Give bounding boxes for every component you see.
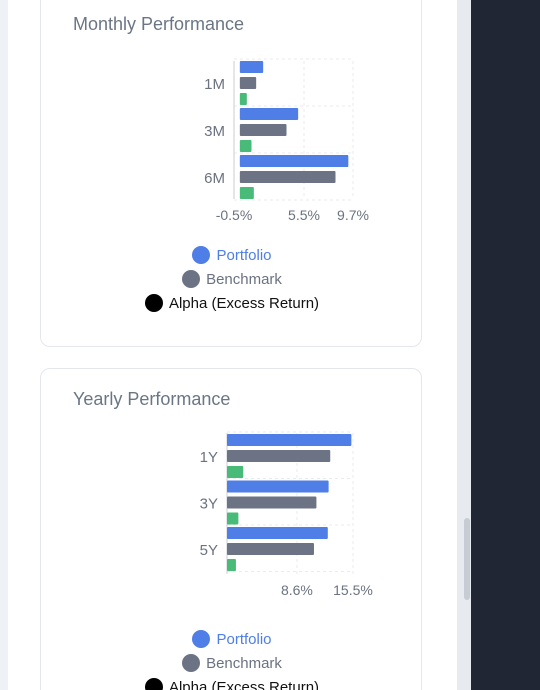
benchmark-bar <box>239 124 287 136</box>
category-tick-label: 3Y <box>200 496 218 513</box>
x-tick-label: -0.5% <box>216 207 253 223</box>
portfolio-bar <box>227 480 329 493</box>
alpha-bar <box>227 512 239 525</box>
legend-portfolio-label: Portfolio <box>216 630 272 648</box>
legend-item-portfolio[interactable]: Portfolio <box>192 243 272 267</box>
legend-portfolio-label: Portfolio <box>216 246 272 264</box>
category-tick-label: 1M <box>204 76 225 93</box>
monthly-performance-card: Monthly Performance 1M 3M 6M -0.5% 5.5% 9.7% … <box>40 0 422 347</box>
legend-alpha-dot <box>144 294 163 312</box>
benchmark-bar <box>227 543 314 555</box>
x-tick-label: 8.6% <box>281 582 313 598</box>
legend-item-alpha[interactable]: Alpha (Excess Return) <box>144 675 320 690</box>
portfolio-bar <box>227 527 328 539</box>
portfolio-bar <box>239 61 264 73</box>
legend-item-alpha[interactable]: Alpha (Excess Return) <box>144 291 320 315</box>
scrollbar-thumb[interactable] <box>464 518 470 600</box>
legend-benchmark-label: Benchmark <box>206 654 282 672</box>
portfolio-bar <box>239 155 349 167</box>
category-tick-label: 6M <box>204 170 225 187</box>
side-panel <box>471 0 540 690</box>
alpha-bar <box>239 93 247 105</box>
yearly-performance-card: Yearly Performance 1Y 3Y 5Y 8.6% 15.5% Portf… <box>40 368 422 690</box>
category-tick-label: 5Y <box>200 542 218 559</box>
legend-portfolio-dot <box>192 246 211 264</box>
legend-item-benchmark[interactable]: Benchmark <box>182 651 282 675</box>
portfolio-bar <box>239 108 299 120</box>
legend-portfolio-dot <box>192 630 211 648</box>
category-tick-label: 1Y <box>200 449 218 466</box>
legend-benchmark-dot <box>182 654 201 672</box>
legend-benchmark-dot <box>182 270 201 288</box>
legend-alpha-label: Alpha (Excess Return) <box>168 294 320 312</box>
alpha-bar <box>227 466 244 478</box>
x-tick-label: 9.7% <box>337 207 369 223</box>
benchmark-bar <box>239 171 336 183</box>
benchmark-bar <box>239 77 257 89</box>
benchmark-bar <box>227 450 331 462</box>
alpha-bar <box>227 559 236 571</box>
x-tick-label: 15.5% <box>333 582 373 598</box>
monthly-performance-chart: 1M 3M 6M -0.5% 5.5% 9.7% <box>204 58 369 223</box>
benchmark-bar <box>227 496 317 509</box>
content-pane[interactable]: Monthly Performance 1M 3M 6M -0.5% 5.5% 9.7% … <box>8 0 457 690</box>
chart-legend: Portfolio Benchmark Alpha (Excess Return… <box>41 627 423 690</box>
legend-alpha-label: Alpha (Excess Return) <box>168 678 320 690</box>
chart-legend: Portfolio Benchmark Alpha (Excess Return… <box>41 243 423 315</box>
legend-item-portfolio[interactable]: Portfolio <box>192 627 272 651</box>
yearly-performance-chart: 1Y 3Y 5Y 8.6% 15.5% <box>200 431 373 598</box>
alpha-bar <box>239 140 252 152</box>
legend-benchmark-label: Benchmark <box>206 270 282 288</box>
x-tick-label: 5.5% <box>288 207 320 223</box>
category-tick-label: 3M <box>204 123 225 140</box>
legend-alpha-dot <box>144 678 163 690</box>
portfolio-bar <box>227 434 352 446</box>
alpha-bar <box>239 187 254 199</box>
legend-item-benchmark[interactable]: Benchmark <box>182 267 282 291</box>
